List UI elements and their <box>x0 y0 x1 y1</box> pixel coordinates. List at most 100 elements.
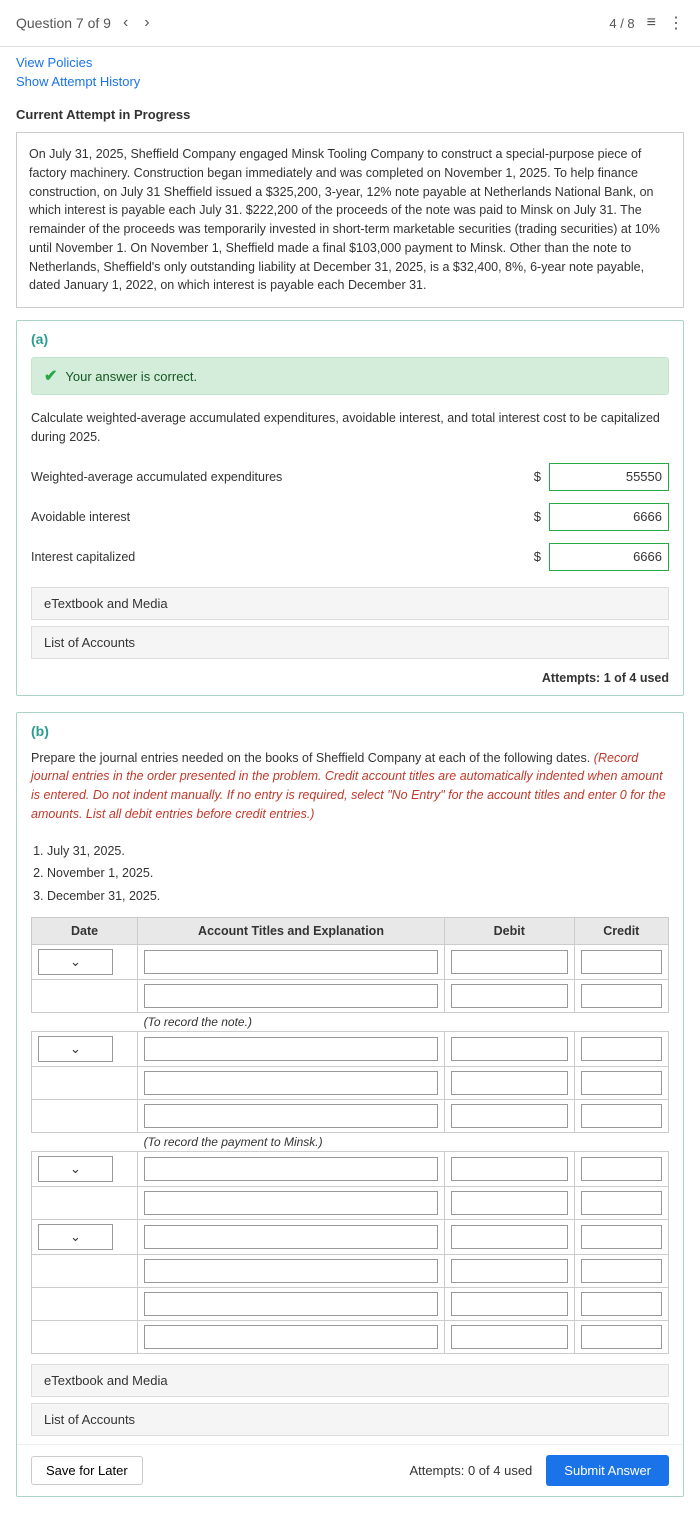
th-debit: Debit <box>444 918 574 945</box>
field-input-waae[interactable] <box>549 463 669 491</box>
debit-input-3b[interactable] <box>451 1191 568 1215</box>
save-later-button[interactable]: Save for Later <box>31 1456 143 1485</box>
etextbook-button-a[interactable]: eTextbook and Media <box>31 587 669 620</box>
field-input-capitalized[interactable] <box>549 543 669 571</box>
debit-cell-1a <box>444 945 574 980</box>
account-cell-3a <box>138 1152 445 1187</box>
table-row <box>32 1100 669 1133</box>
field-input-avoidable[interactable] <box>549 503 669 531</box>
table-row: ⌄ <box>32 1220 669 1255</box>
dollar-sign-2: $ <box>534 549 541 564</box>
show-attempt-link[interactable]: Show Attempt History <box>16 74 684 89</box>
table-row <box>32 980 669 1013</box>
account-input-4b[interactable] <box>144 1259 438 1283</box>
header: Question 7 of 9 ‹ › 4 / 8 ≡ ⋮ <box>0 0 700 47</box>
credit-cell-2b <box>574 1067 668 1100</box>
debit-input-3a[interactable] <box>451 1157 568 1181</box>
credit-input-1a[interactable] <box>581 950 662 974</box>
credit-cell-4c <box>574 1288 668 1321</box>
debit-input-1b[interactable] <box>451 984 568 1008</box>
debit-cell-3b <box>444 1187 574 1220</box>
credit-input-1b[interactable] <box>581 984 662 1008</box>
th-date: Date <box>32 918 138 945</box>
date-empty-4b <box>32 1255 138 1288</box>
account-cell-4d <box>138 1321 445 1354</box>
note-row-1: (To record the note.) <box>32 1013 669 1032</box>
debit-input-4d[interactable] <box>451 1325 568 1349</box>
more-icon-button[interactable]: ⋮ <box>668 13 684 33</box>
date-dropdown-3[interactable]: ⌄ <box>38 1156 113 1182</box>
date-dropdown-cell-2: ⌄ <box>32 1032 138 1067</box>
note-row-2: (To record the payment to Minsk.) <box>32 1133 669 1152</box>
section-a-header: (a) <box>17 321 683 353</box>
section-b-instruction-block: Prepare the journal entries needed on th… <box>17 745 683 834</box>
credit-input-4d[interactable] <box>581 1325 662 1349</box>
debit-cell-4a <box>444 1220 574 1255</box>
credit-input-3b[interactable] <box>581 1191 662 1215</box>
date-item-2: November 1, 2025. <box>47 862 669 885</box>
debit-input-4a[interactable] <box>451 1225 568 1249</box>
credit-cell-1a <box>574 945 668 980</box>
field-label-avoidable: Avoidable interest <box>31 510 526 524</box>
date-dropdown-1[interactable]: ⌄ <box>38 949 113 975</box>
credit-input-4b[interactable] <box>581 1259 662 1283</box>
list-accounts-button-a[interactable]: List of Accounts <box>31 626 669 659</box>
attempts-label-a: Attempts: 1 of 4 used <box>17 667 683 695</box>
account-input-1b[interactable] <box>144 984 438 1008</box>
dollar-sign-0: $ <box>534 469 541 484</box>
credit-input-2c[interactable] <box>581 1104 662 1128</box>
note-text-1: (To record the note.) <box>138 1013 669 1032</box>
debit-cell-2b <box>444 1067 574 1100</box>
etextbook-button-b[interactable]: eTextbook and Media <box>31 1364 669 1397</box>
debit-cell-2c <box>444 1100 574 1133</box>
credit-cell-3b <box>574 1187 668 1220</box>
debit-input-4c[interactable] <box>451 1292 568 1316</box>
date-dropdown-cell-3: ⌄ <box>32 1152 138 1187</box>
current-attempt-section: Current Attempt in Progress <box>0 101 700 132</box>
account-input-4c[interactable] <box>144 1292 438 1316</box>
debit-input-2c[interactable] <box>451 1104 568 1128</box>
prev-button[interactable]: ‹ <box>119 12 132 34</box>
list-icon-button[interactable]: ≡ <box>647 14 656 32</box>
submit-button[interactable]: Submit Answer <box>546 1455 669 1486</box>
date-list: July 31, 2025. November 1, 2025. Decembe… <box>17 834 683 918</box>
debit-input-1a[interactable] <box>451 950 568 974</box>
view-policies-link[interactable]: View Policies <box>16 55 684 70</box>
question-label: Question 7 of 9 <box>16 15 111 31</box>
account-cell-2b <box>138 1067 445 1100</box>
next-button[interactable]: › <box>140 12 153 34</box>
credit-cell-3a <box>574 1152 668 1187</box>
account-input-2c[interactable] <box>144 1104 438 1128</box>
table-row: ⌄ <box>32 1152 669 1187</box>
account-input-2a[interactable] <box>144 1037 438 1061</box>
account-input-4a[interactable] <box>144 1225 438 1249</box>
credit-input-4a[interactable] <box>581 1225 662 1249</box>
question-nav: Question 7 of 9 ‹ › <box>16 12 154 34</box>
date-dropdown-cell-4: ⌄ <box>32 1220 138 1255</box>
credit-input-2a[interactable] <box>581 1037 662 1061</box>
section-a: (a) ✔ Your answer is correct. Calculate … <box>16 320 684 696</box>
debit-cell-4b <box>444 1255 574 1288</box>
debit-cell-2a <box>444 1032 574 1067</box>
debit-input-2a[interactable] <box>451 1037 568 1061</box>
dollar-sign-1: $ <box>534 509 541 524</box>
account-input-3b[interactable] <box>144 1191 438 1215</box>
account-input-4d[interactable] <box>144 1325 438 1349</box>
debit-input-2b[interactable] <box>451 1071 568 1095</box>
current-attempt-label: Current Attempt in Progress <box>16 107 190 122</box>
date-dropdown-4[interactable]: ⌄ <box>38 1224 113 1250</box>
section-b: (b) Prepare the journal entries needed o… <box>16 712 684 1498</box>
account-cell-2c <box>138 1100 445 1133</box>
credit-input-4c[interactable] <box>581 1292 662 1316</box>
date-empty-4c <box>32 1288 138 1321</box>
note-text-2: (To record the payment to Minsk.) <box>138 1133 669 1152</box>
list-accounts-button-b[interactable]: List of Accounts <box>31 1403 669 1436</box>
debit-input-4b[interactable] <box>451 1259 568 1283</box>
credit-input-3a[interactable] <box>581 1157 662 1181</box>
date-dropdown-2[interactable]: ⌄ <box>38 1036 113 1062</box>
credit-cell-1b <box>574 980 668 1013</box>
account-input-2b[interactable] <box>144 1071 438 1095</box>
account-input-3a[interactable] <box>144 1157 438 1181</box>
account-input-1a[interactable] <box>144 950 438 974</box>
credit-input-2b[interactable] <box>581 1071 662 1095</box>
